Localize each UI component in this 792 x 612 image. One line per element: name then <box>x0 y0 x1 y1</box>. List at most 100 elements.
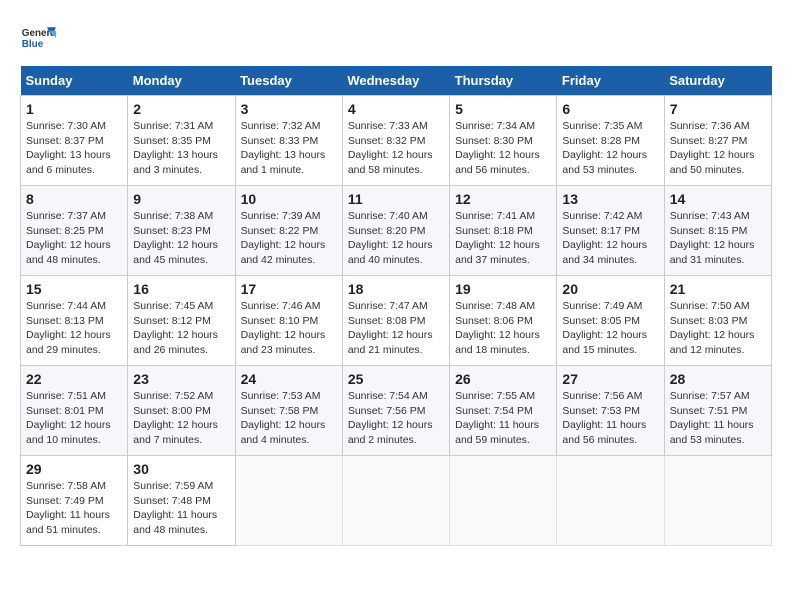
daylight-text: Daylight: 11 hours and 48 minutes. <box>133 508 229 537</box>
day-info: Sunrise: 7:41 AMSunset: 8:18 PMDaylight:… <box>455 209 551 268</box>
daylight-text: Daylight: 12 hours and 7 minutes. <box>133 418 229 447</box>
calendar-cell: 29Sunrise: 7:58 AMSunset: 7:49 PMDayligh… <box>21 456 128 546</box>
sunrise-text: Sunrise: 7:49 AM <box>562 299 658 314</box>
sunrise-text: Sunrise: 7:45 AM <box>133 299 229 314</box>
day-number: 24 <box>241 371 337 387</box>
daylight-text: Daylight: 12 hours and 12 minutes. <box>670 328 766 357</box>
calendar-cell: 7Sunrise: 7:36 AMSunset: 8:27 PMDaylight… <box>664 96 771 186</box>
day-info: Sunrise: 7:49 AMSunset: 8:05 PMDaylight:… <box>562 299 658 358</box>
sunrise-text: Sunrise: 7:34 AM <box>455 119 551 134</box>
calendar-cell: 30Sunrise: 7:59 AMSunset: 7:48 PMDayligh… <box>128 456 235 546</box>
day-number: 5 <box>455 101 551 117</box>
day-info: Sunrise: 7:42 AMSunset: 8:17 PMDaylight:… <box>562 209 658 268</box>
daylight-text: Daylight: 12 hours and 48 minutes. <box>26 238 122 267</box>
calendar-cell: 24 Sunrise: 7:53 AMSunset: 7:58 PMDayligh… <box>235 366 342 456</box>
sunset-text: Sunset: 7:49 PM <box>26 494 122 509</box>
day-info: Sunrise: 7:33 AMSunset: 8:32 PMDaylight:… <box>348 119 444 178</box>
calendar-cell: 5 Sunrise: 7:34 AMSunset: 8:30 PMDaylight… <box>450 96 557 186</box>
sunset-text: Sunset: 8:20 PM <box>348 224 444 239</box>
calendar-cell: 4 Sunrise: 7:33 AMSunset: 8:32 PMDaylight… <box>342 96 449 186</box>
sunset-text: Sunset: 7:54 PM <box>455 404 551 419</box>
weekday-header-monday: Monday <box>128 66 235 96</box>
day-info: Sunrise: 7:48 AMSunset: 8:06 PMDaylight:… <box>455 299 551 358</box>
sunset-text: Sunset: 8:08 PM <box>348 314 444 329</box>
sunset-text: Sunset: 7:58 PM <box>241 404 337 419</box>
day-info: Sunrise: 7:55 AMSunset: 7:54 PMDaylight:… <box>455 389 551 448</box>
calendar-cell: 20 Sunrise: 7:49 AMSunset: 8:05 PMDayligh… <box>557 276 664 366</box>
day-number: 6 <box>562 101 658 117</box>
sunrise-text: Sunrise: 7:31 AM <box>133 119 229 134</box>
week-row-4: 22Sunrise: 7:51 AMSunset: 8:01 PMDayligh… <box>21 366 772 456</box>
day-number: 4 <box>348 101 444 117</box>
sunrise-text: Sunrise: 7:38 AM <box>133 209 229 224</box>
calendar-cell: 18Sunrise: 7:47 AMSunset: 8:08 PMDayligh… <box>342 276 449 366</box>
sunset-text: Sunset: 8:03 PM <box>670 314 766 329</box>
day-number: 25 <box>348 371 444 387</box>
calendar-cell <box>450 456 557 546</box>
day-number: 11 <box>348 191 444 207</box>
day-number: 30 <box>133 461 229 477</box>
calendar-cell: 15Sunrise: 7:44 AMSunset: 8:13 PMDayligh… <box>21 276 128 366</box>
weekday-header-saturday: Saturday <box>664 66 771 96</box>
calendar-cell: 13 Sunrise: 7:42 AMSunset: 8:17 PMDayligh… <box>557 186 664 276</box>
weekday-header-tuesday: Tuesday <box>235 66 342 96</box>
calendar-cell <box>342 456 449 546</box>
sunrise-text: Sunrise: 7:40 AM <box>348 209 444 224</box>
day-info: Sunrise: 7:43 AMSunset: 8:15 PMDaylight:… <box>670 209 766 268</box>
daylight-text: Daylight: 12 hours and 56 minutes. <box>455 148 551 177</box>
calendar-cell: 11Sunrise: 7:40 AMSunset: 8:20 PMDayligh… <box>342 186 449 276</box>
day-number: 20 <box>562 281 658 297</box>
sunset-text: Sunset: 8:06 PM <box>455 314 551 329</box>
sunset-text: Sunset: 8:25 PM <box>26 224 122 239</box>
day-info: Sunrise: 7:53 AMSunset: 7:58 PMDaylight:… <box>241 389 337 448</box>
daylight-text: Daylight: 13 hours and 6 minutes. <box>26 148 122 177</box>
sunset-text: Sunset: 8:30 PM <box>455 134 551 149</box>
calendar-cell: 10Sunrise: 7:39 AMSunset: 8:22 PMDayligh… <box>235 186 342 276</box>
sunrise-text: Sunrise: 7:43 AM <box>670 209 766 224</box>
daylight-text: Daylight: 12 hours and 45 minutes. <box>133 238 229 267</box>
sunrise-text: Sunrise: 7:36 AM <box>670 119 766 134</box>
day-number: 10 <box>241 191 337 207</box>
page-header: General Blue <box>20 20 772 56</box>
calendar-cell: 14 Sunrise: 7:43 AMSunset: 8:15 PMDayligh… <box>664 186 771 276</box>
day-info: Sunrise: 7:52 AMSunset: 8:00 PMDaylight:… <box>133 389 229 448</box>
sunrise-text: Sunrise: 7:33 AM <box>348 119 444 134</box>
sunset-text: Sunset: 8:33 PM <box>241 134 337 149</box>
day-number: 23 <box>133 371 229 387</box>
daylight-text: Daylight: 12 hours and 23 minutes. <box>241 328 337 357</box>
logo-icon: General Blue <box>20 20 56 56</box>
day-info: Sunrise: 7:54 AMSunset: 7:56 PMDaylight:… <box>348 389 444 448</box>
day-info: Sunrise: 7:50 AMSunset: 8:03 PMDaylight:… <box>670 299 766 358</box>
day-number: 14 <box>670 191 766 207</box>
sunset-text: Sunset: 8:01 PM <box>26 404 122 419</box>
svg-text:Blue: Blue <box>22 39 44 50</box>
sunrise-text: Sunrise: 7:48 AM <box>455 299 551 314</box>
calendar-cell: 9Sunrise: 7:38 AMSunset: 8:23 PMDaylight… <box>128 186 235 276</box>
daylight-text: Daylight: 11 hours and 51 minutes. <box>26 508 122 537</box>
day-number: 26 <box>455 371 551 387</box>
sunset-text: Sunset: 8:18 PM <box>455 224 551 239</box>
day-info: Sunrise: 7:57 AMSunset: 7:51 PMDaylight:… <box>670 389 766 448</box>
calendar-cell: 2Sunrise: 7:31 AMSunset: 8:35 PMDaylight… <box>128 96 235 186</box>
day-number: 8 <box>26 191 122 207</box>
sunset-text: Sunset: 7:56 PM <box>348 404 444 419</box>
day-number: 29 <box>26 461 122 477</box>
logo: General Blue <box>20 20 56 56</box>
calendar-cell <box>557 456 664 546</box>
day-info: Sunrise: 7:36 AMSunset: 8:27 PMDaylight:… <box>670 119 766 178</box>
day-info: Sunrise: 7:32 AMSunset: 8:33 PMDaylight:… <box>241 119 337 178</box>
calendar-cell: 26 Sunrise: 7:55 AMSunset: 7:54 PMDayligh… <box>450 366 557 456</box>
day-number: 9 <box>133 191 229 207</box>
calendar-cell: 12Sunrise: 7:41 AMSunset: 8:18 PMDayligh… <box>450 186 557 276</box>
sunrise-text: Sunrise: 7:53 AM <box>241 389 337 404</box>
daylight-text: Daylight: 12 hours and 31 minutes. <box>670 238 766 267</box>
sunrise-text: Sunrise: 7:39 AM <box>241 209 337 224</box>
daylight-text: Daylight: 12 hours and 50 minutes. <box>670 148 766 177</box>
day-number: 13 <box>562 191 658 207</box>
day-number: 27 <box>562 371 658 387</box>
day-number: 18 <box>348 281 444 297</box>
day-number: 19 <box>455 281 551 297</box>
sunrise-text: Sunrise: 7:52 AM <box>133 389 229 404</box>
sunrise-text: Sunrise: 7:59 AM <box>133 479 229 494</box>
sunset-text: Sunset: 8:27 PM <box>670 134 766 149</box>
